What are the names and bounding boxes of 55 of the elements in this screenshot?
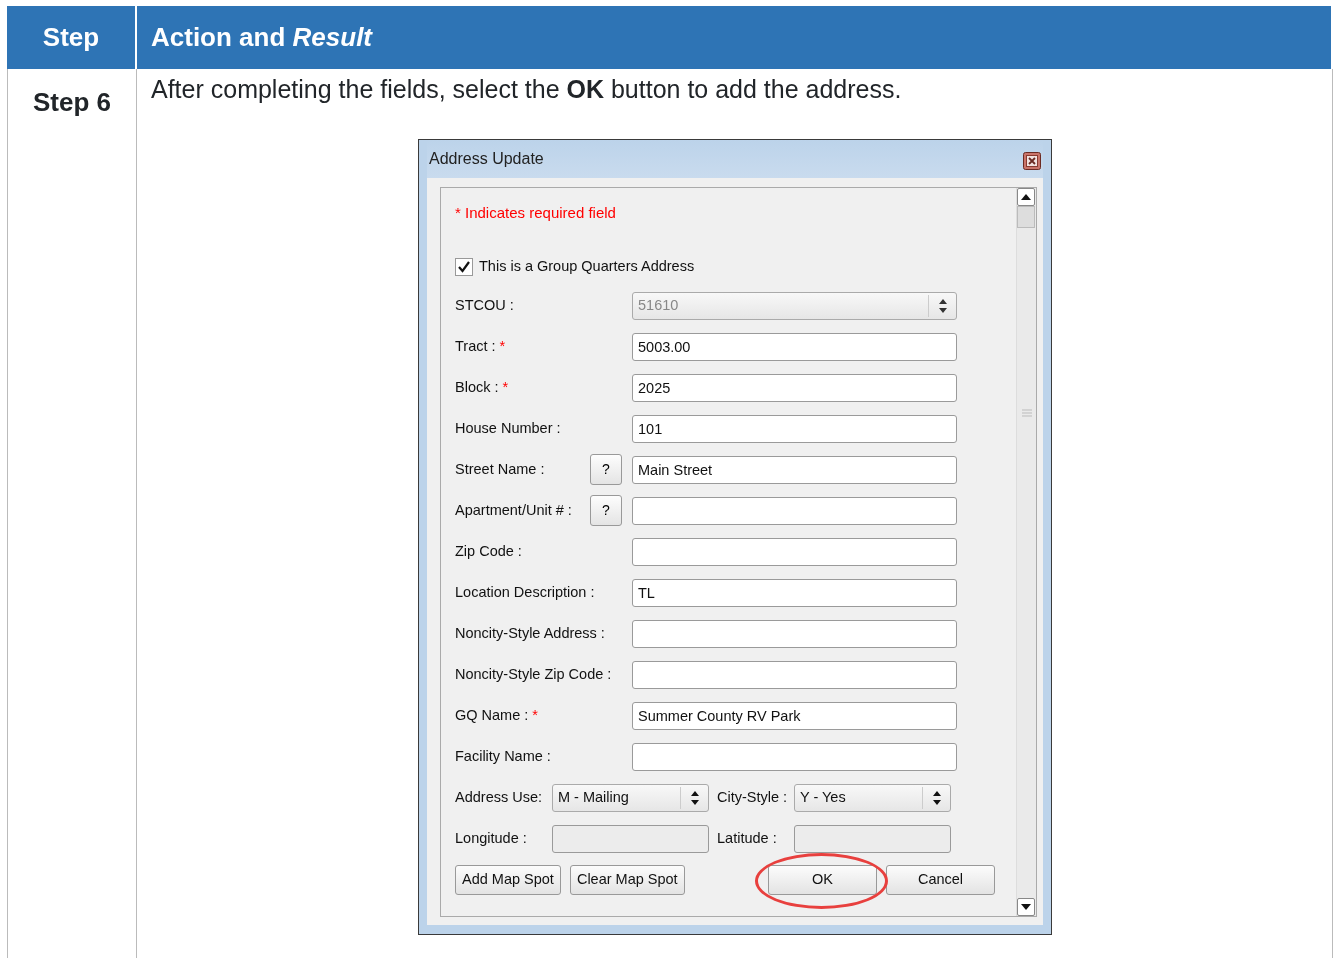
required-asterisk: *: [532, 706, 538, 723]
scroll-thumb[interactable]: [1017, 205, 1035, 228]
dropdown[interactable]: Y - Yes: [794, 783, 951, 812]
grip-icon: [1021, 408, 1032, 417]
dialog-button[interactable]: OK: [768, 864, 877, 895]
step-label: Step 6: [33, 86, 111, 115]
required-note: * Indicates required field: [455, 202, 617, 222]
help-button[interactable]: ?: [590, 495, 622, 526]
field-label: Block : *: [455, 377, 509, 397]
scroll-down-icon[interactable]: [1017, 897, 1035, 916]
input-field[interactable]: Main Street: [632, 455, 957, 484]
checkbox-label: This is a Group Quarters Address: [479, 256, 695, 276]
field-label: GQ Name : *: [455, 705, 538, 725]
input-field[interactable]: [632, 742, 957, 771]
spinner-arrows-icon: [931, 789, 942, 806]
column-header: Step: [42, 21, 100, 54]
field-label: Tract : *: [455, 336, 506, 356]
field-label: STCOU :: [455, 295, 514, 315]
input-field[interactable]: 2025: [632, 373, 957, 402]
scroll-up-icon[interactable]: [1017, 187, 1035, 206]
field-label: Zip Code :: [455, 541, 522, 561]
input-field[interactable]: [632, 537, 957, 566]
input-field[interactable]: [632, 619, 957, 648]
field-label: Latitude :: [716, 828, 778, 848]
field-label: Facility Name :: [455, 746, 551, 766]
input-field[interactable]: TL: [632, 578, 957, 607]
required-asterisk: *: [502, 378, 509, 395]
checkmark-icon: [457, 259, 471, 274]
field-label: Noncity-Style Address :: [455, 623, 605, 643]
dialog-button[interactable]: Add Map Spot: [455, 864, 561, 895]
instruction-text: After completing the fields, select the OK button to add the address.: [151, 74, 903, 105]
window-title: Address Update: [429, 148, 544, 169]
input-field[interactable]: [632, 660, 957, 689]
spinner-arrows-icon: [937, 297, 948, 314]
dropdown[interactable]: M - Mailing: [552, 783, 709, 812]
dialog-button[interactable]: Clear Map Spot: [569, 864, 685, 895]
required-asterisk: *: [499, 337, 506, 354]
field-label: Location Description :: [455, 582, 595, 602]
field-label: Apartment/Unit # :: [455, 500, 572, 520]
help-button[interactable]: ?: [590, 454, 622, 485]
checkbox[interactable]: [455, 257, 473, 276]
field-label: Noncity-Style Zip Code :: [455, 664, 612, 684]
input-field[interactable]: [632, 496, 957, 525]
field-label: Address Use:: [455, 787, 544, 807]
input-field[interactable]: 101: [632, 414, 957, 443]
field-label: Street Name :: [455, 459, 545, 479]
column-header: Action and Result: [151, 21, 373, 54]
dialog-button[interactable]: Cancel: [886, 864, 995, 895]
input-field[interactable]: 5003.00: [632, 332, 957, 361]
close-icon[interactable]: [1023, 151, 1041, 170]
field-label: City-Style :: [716, 787, 789, 807]
spinner-arrows-icon: [689, 789, 700, 806]
input-field[interactable]: Summer County RV Park: [632, 701, 957, 730]
field-label: House Number :: [455, 418, 561, 438]
field-label: Longitude :: [455, 828, 528, 848]
